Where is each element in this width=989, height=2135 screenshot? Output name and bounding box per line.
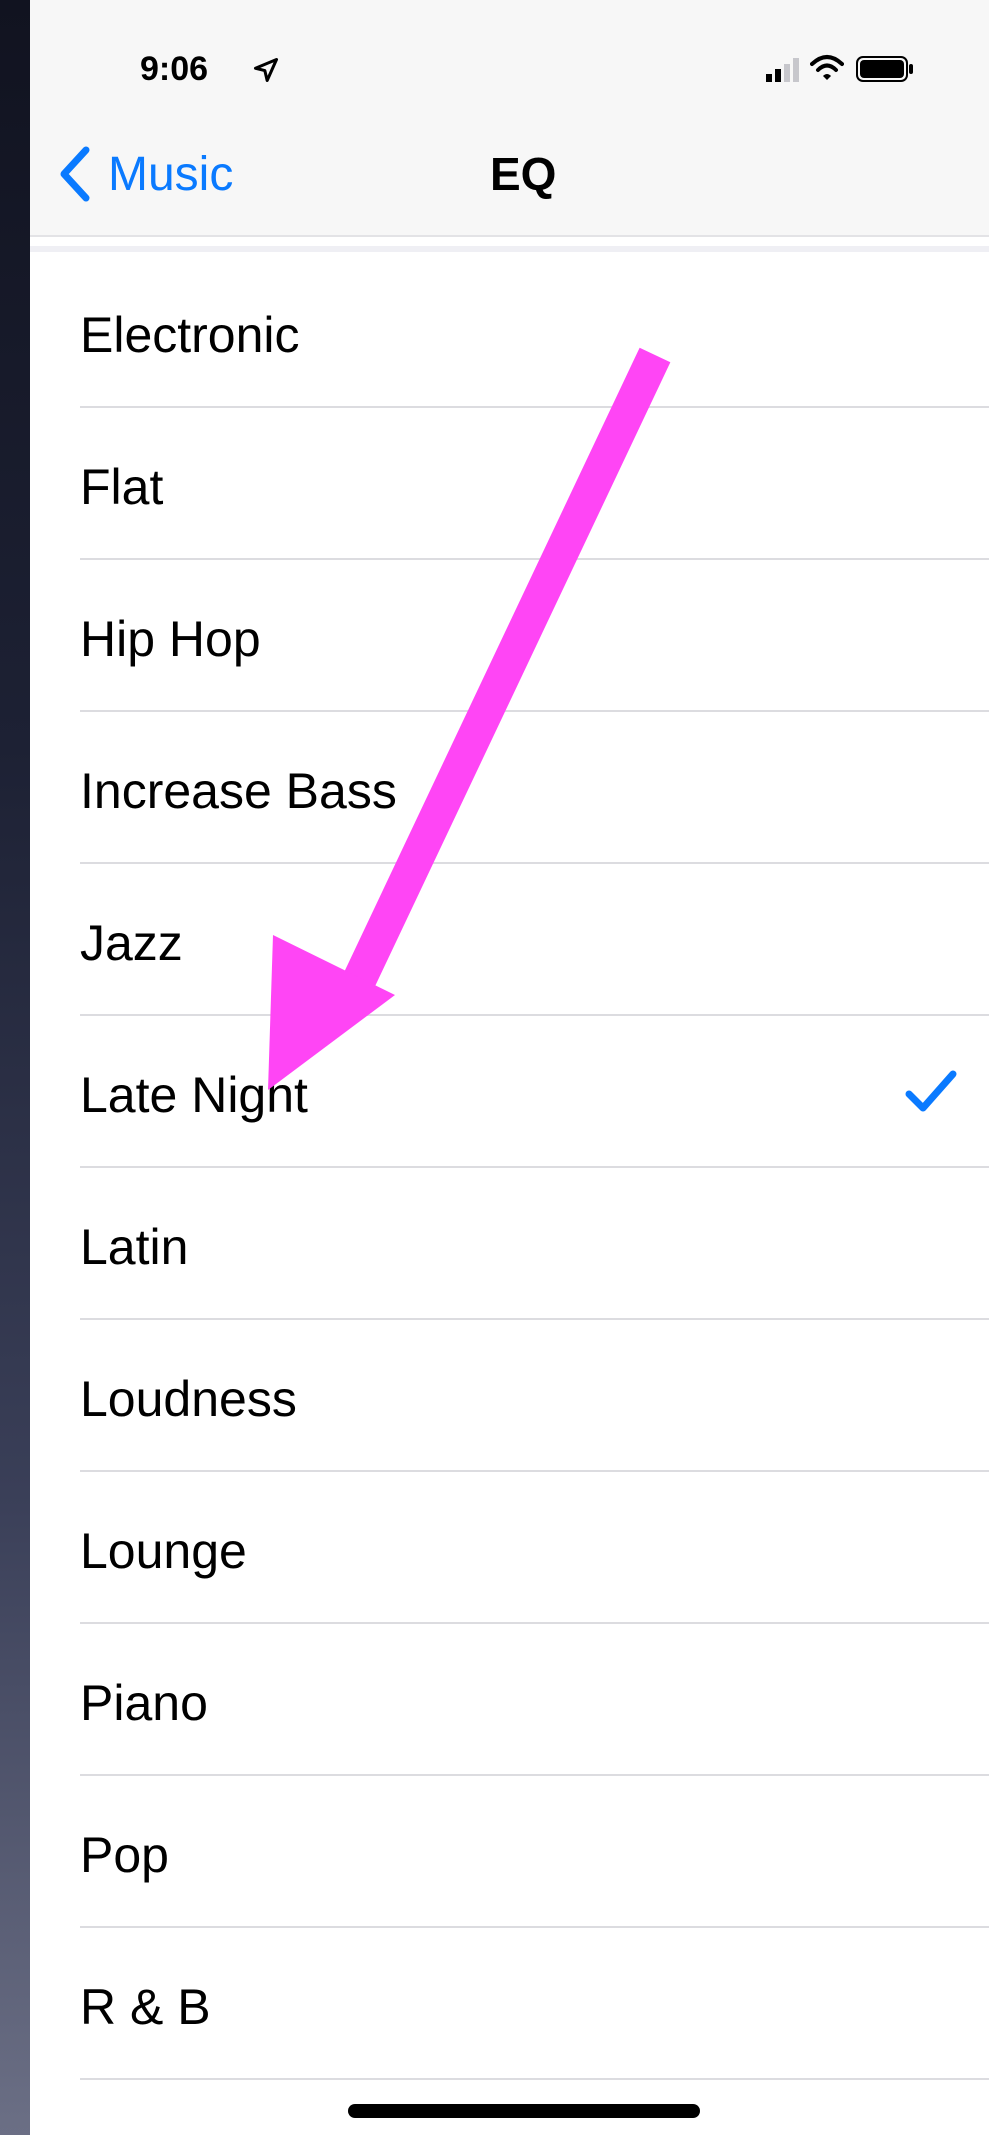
eq-preset-label: Hip Hop <box>80 611 261 667</box>
eq-preset-row[interactable]: Latin <box>30 1168 989 1320</box>
eq-preset-row[interactable]: Flat <box>30 408 989 560</box>
eq-preset-row[interactable]: Jazz <box>30 864 989 1016</box>
eq-preset-row[interactable]: Late Night <box>30 1016 989 1168</box>
eq-preset-label: Piano <box>80 1675 208 1731</box>
eq-preset-row[interactable]: Piano <box>30 1624 989 1776</box>
phone-screen: 9:06 Music EQ Electronic Flat Hip Hop In… <box>30 0 989 2135</box>
eq-preset-label: Latin <box>80 1219 189 1275</box>
eq-preset-label: Jazz <box>80 915 183 971</box>
row-separator <box>80 2078 989 2080</box>
status-bar: 9:06 <box>30 0 989 115</box>
home-indicator[interactable] <box>348 2104 700 2118</box>
eq-preset-label: Increase Bass <box>80 763 397 819</box>
cellular-signal-icon <box>766 58 799 82</box>
back-button[interactable]: Music <box>58 139 233 209</box>
eq-preset-row[interactable]: R & B <box>30 1928 989 2080</box>
eq-preset-row[interactable]: Lounge <box>30 1472 989 1624</box>
eq-preset-label: Electronic <box>80 307 300 363</box>
wifi-icon <box>810 55 844 80</box>
eq-preset-row[interactable]: Pop <box>30 1776 989 1928</box>
list-top-separator <box>30 246 989 252</box>
location-arrow-icon <box>253 57 279 83</box>
eq-preset-label: Loudness <box>80 1371 297 1427</box>
eq-preset-label: Pop <box>80 1827 169 1883</box>
eq-preset-row[interactable]: Increase Bass <box>30 712 989 864</box>
eq-preset-row[interactable]: Hip Hop <box>30 560 989 712</box>
eq-preset-label: Flat <box>80 459 164 515</box>
eq-preset-label: Late Night <box>80 1067 308 1123</box>
eq-preset-row[interactable]: Loudness <box>30 1320 989 1472</box>
eq-preset-label: Lounge <box>80 1523 247 1579</box>
back-button-label: Music <box>108 147 234 201</box>
eq-preset-row[interactable]: Electronic <box>30 256 989 408</box>
eq-preset-label: R & B <box>80 1979 211 2035</box>
page-title: EQ <box>490 148 557 200</box>
navigation-bar: Music EQ <box>30 115 989 237</box>
status-time: 9:06 <box>140 50 209 88</box>
battery-icon <box>856 56 913 82</box>
chevron-left-icon <box>60 146 90 202</box>
checkmark-icon <box>905 1070 957 1112</box>
